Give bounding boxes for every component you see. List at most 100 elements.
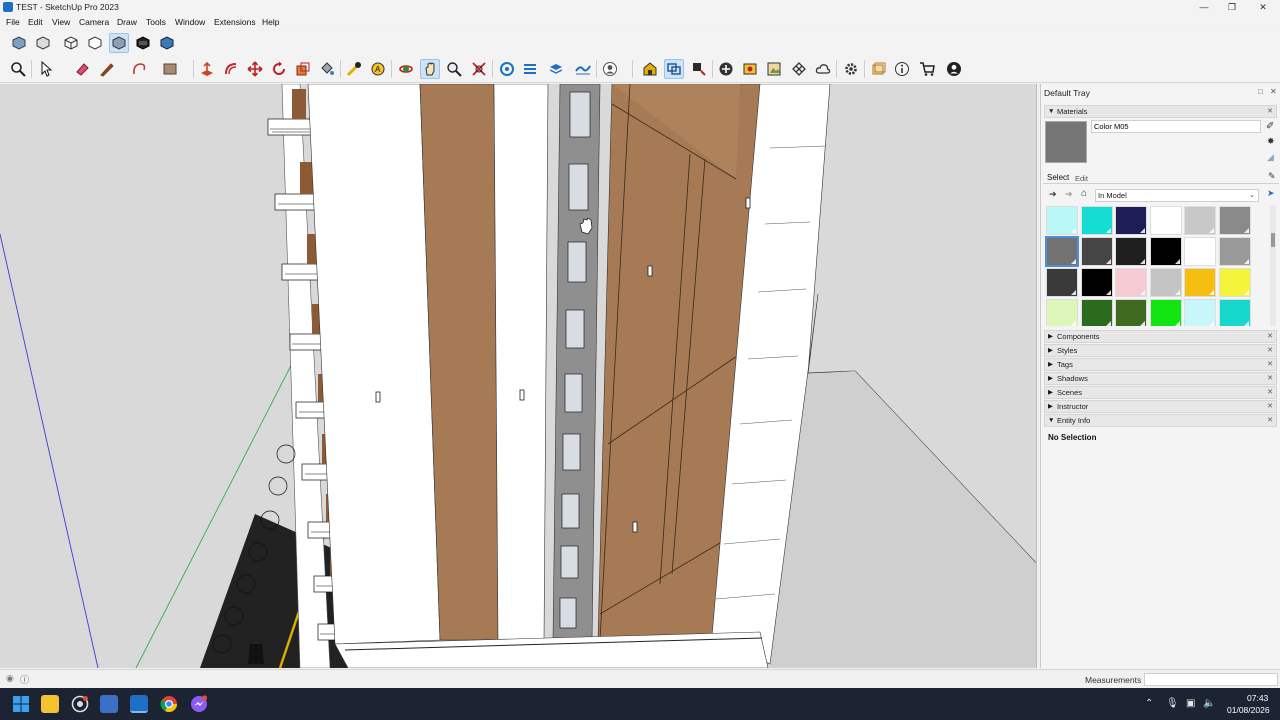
entity-info-panel-header[interactable]: ▼ Entity Info ✕ <box>1044 414 1277 427</box>
reset-material-icon[interactable]: ◢ <box>1267 152 1274 163</box>
status-info-icon[interactable]: ⓘ <box>20 673 29 686</box>
window-icon[interactable] <box>868 59 888 79</box>
menu-help[interactable]: Help <box>262 17 279 27</box>
menu-window[interactable]: Window <box>175 17 205 27</box>
user-icon[interactable] <box>600 59 620 79</box>
menu-draw[interactable]: Draw <box>117 17 137 27</box>
material-swatch[interactable] <box>1115 299 1147 326</box>
material-swatch[interactable] <box>1218 299 1251 326</box>
extension-icon[interactable] <box>689 59 709 79</box>
menu-view[interactable]: View <box>52 17 70 27</box>
tab-edit[interactable]: Edit <box>1075 174 1088 183</box>
material-swatch[interactable] <box>1115 237 1147 266</box>
sketchup-taskbar-icon[interactable] <box>130 695 148 713</box>
file-explorer-icon[interactable] <box>41 695 59 713</box>
eraser-icon[interactable] <box>72 59 92 79</box>
xray-icon[interactable] <box>9 33 29 53</box>
messenger-icon[interactable] <box>190 695 208 713</box>
material-swatch[interactable] <box>1184 206 1216 235</box>
network-icon[interactable]: ▣ <box>1186 698 1195 709</box>
menu-edit[interactable]: Edit <box>28 17 43 27</box>
microphone-icon[interactable]: 🎙 <box>1166 698 1179 709</box>
back-edges-icon[interactable] <box>33 33 53 53</box>
styles-panel-header[interactable]: ▶ Styles ✕ <box>1044 344 1277 357</box>
material-swatch[interactable] <box>1149 206 1182 235</box>
materials-panel-header[interactable]: ▼ Materials ✕ <box>1044 105 1277 118</box>
tags-panel-header[interactable]: ▶ Tags ✕ <box>1044 358 1277 371</box>
zoom-extents-icon[interactable] <box>469 59 489 79</box>
chevron-up-icon[interactable]: ⌃ <box>1145 698 1153 709</box>
volume-icon[interactable]: 🔈 <box>1203 698 1215 709</box>
tab-select[interactable]: Select <box>1047 173 1069 182</box>
paint-bucket-icon[interactable] <box>317 59 337 79</box>
instructor-panel-header[interactable]: ▶ Instructor ✕ <box>1044 400 1277 413</box>
sample-paint-icon[interactable]: ✐ <box>1266 121 1274 132</box>
tape-measure-icon[interactable] <box>344 59 364 79</box>
material-swatch[interactable] <box>1218 206 1251 235</box>
swatch-scrollbar[interactable] <box>1270 205 1276 326</box>
hidden-line-icon[interactable] <box>85 33 105 53</box>
pan-icon[interactable] <box>420 59 440 79</box>
tray-close-icon[interactable]: ✕ <box>1270 87 1277 96</box>
material-swatch[interactable] <box>1045 236 1079 267</box>
photo-texture-icon[interactable] <box>764 59 784 79</box>
material-swatch[interactable] <box>1080 299 1113 326</box>
modeling-viewport[interactable] <box>0 84 1037 668</box>
shadows-panel-header[interactable]: ▶ Shadows ✕ <box>1044 372 1277 385</box>
shape-tool-icon[interactable] <box>129 59 149 79</box>
maximize-button[interactable]: ❐ <box>1215 0 1249 15</box>
add-location-icon[interactable] <box>716 59 736 79</box>
rectangle-icon[interactable] <box>160 59 180 79</box>
chrome-icon[interactable] <box>160 695 178 713</box>
rotate-icon[interactable] <box>269 59 289 79</box>
tags-icon[interactable] <box>546 59 566 79</box>
components-panel-header[interactable]: ▶ Components ✕ <box>1044 330 1277 343</box>
components-icon[interactable] <box>664 59 684 79</box>
material-swatch[interactable] <box>1080 268 1113 297</box>
wireframe-icon[interactable] <box>61 33 81 53</box>
cart-icon[interactable] <box>917 59 937 79</box>
material-preview[interactable] <box>1045 121 1087 163</box>
material-swatch[interactable] <box>1080 237 1113 266</box>
material-swatch[interactable] <box>1115 206 1147 235</box>
cloud-icon[interactable] <box>813 59 833 79</box>
settings-icon[interactable] <box>841 59 861 79</box>
details-arrow-icon[interactable]: ➤ <box>1267 188 1275 199</box>
material-swatch[interactable] <box>1149 237 1182 266</box>
material-swatch[interactable] <box>1046 299 1078 326</box>
account-icon[interactable] <box>944 59 964 79</box>
monochrome-icon[interactable] <box>157 33 177 53</box>
back-arrow-icon[interactable]: ➔ <box>1049 189 1057 200</box>
scenes-panel-header[interactable]: ▶ Scenes ✕ <box>1044 386 1277 399</box>
create-material-icon[interactable]: ✸ <box>1267 136 1275 147</box>
windows-start-icon[interactable] <box>12 695 30 713</box>
section-plane-icon[interactable] <box>497 59 517 79</box>
close-button[interactable]: ✕ <box>1246 0 1280 15</box>
mesh-icon[interactable] <box>789 59 809 79</box>
material-swatch[interactable] <box>1080 206 1113 235</box>
menu-extensions[interactable]: Extensions <box>214 17 256 27</box>
material-swatch[interactable] <box>1184 299 1216 326</box>
move-icon[interactable] <box>245 59 265 79</box>
material-swatch[interactable] <box>1046 206 1078 235</box>
clock-time[interactable]: 07:43 <box>1247 693 1268 703</box>
material-swatch[interactable] <box>1115 268 1147 297</box>
forward-arrow-icon[interactable]: ➔ <box>1065 189 1073 200</box>
menu-tools[interactable]: Tools <box>146 17 166 27</box>
layers-icon[interactable] <box>520 59 540 79</box>
material-swatch[interactable] <box>1218 237 1251 266</box>
offset-icon[interactable] <box>221 59 241 79</box>
menu-camera[interactable]: Camera <box>79 17 109 27</box>
info-icon[interactable] <box>892 59 912 79</box>
material-swatch[interactable] <box>1218 268 1251 297</box>
pin-icon[interactable]: □ <box>1258 87 1263 96</box>
geo-location-icon[interactable]: ◉ <box>6 673 14 684</box>
material-swatch[interactable] <box>1184 237 1216 266</box>
panel-close-icon[interactable]: ✕ <box>1267 106 1273 117</box>
material-swatch[interactable] <box>1046 268 1078 297</box>
geo-icon[interactable] <box>740 59 760 79</box>
select-icon[interactable] <box>36 59 56 79</box>
menu-file[interactable]: File <box>6 17 20 27</box>
pencil-line-icon[interactable] <box>97 59 117 79</box>
search-icon[interactable] <box>8 59 28 79</box>
